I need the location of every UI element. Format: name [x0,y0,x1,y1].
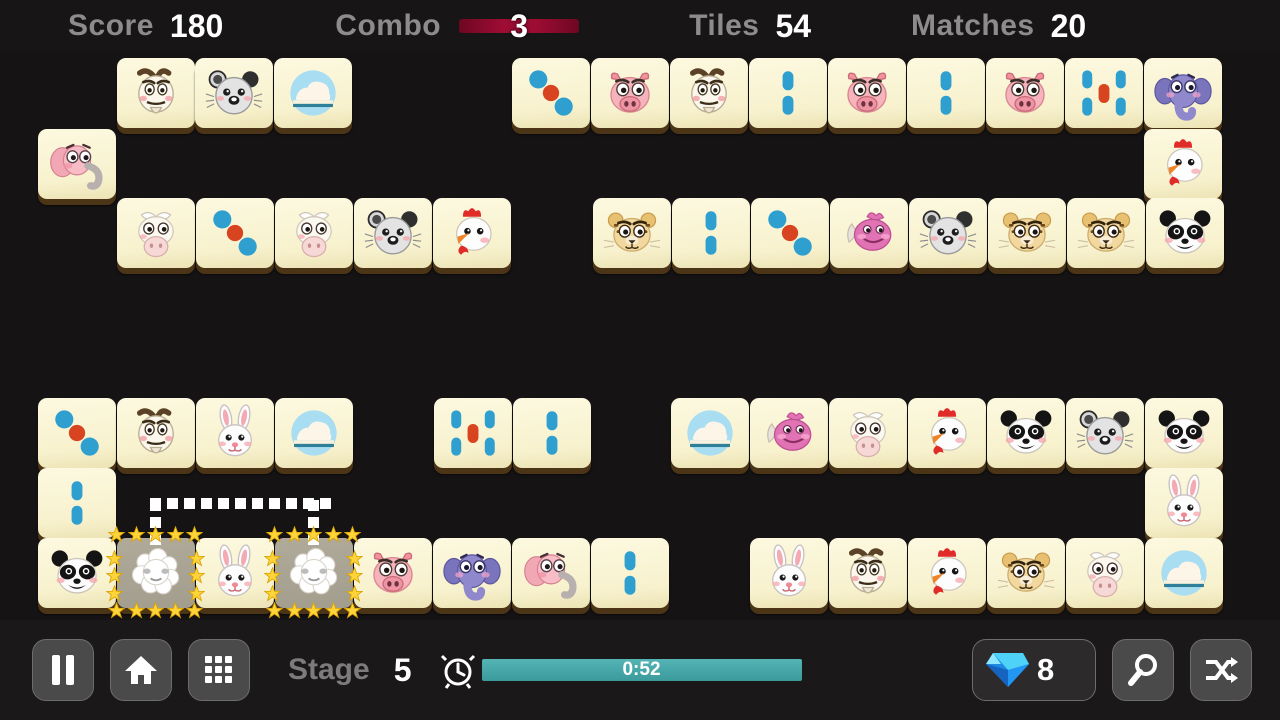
tile-elephant-purple[interactable] [1144,58,1222,128]
tile-chicken[interactable] [433,198,511,268]
tile-tiger[interactable] [987,538,1065,608]
pause-button[interactable] [32,639,94,701]
tile-chicken[interactable] [1144,129,1222,199]
tile-mouse[interactable] [1066,398,1144,468]
tile-elephant-purple[interactable] [433,538,511,608]
tile-rabbit[interactable] [750,538,828,608]
tile-chicken[interactable] [908,538,986,608]
bottom-toolbar: Stage 5 0:52 8 [0,620,1280,720]
tile-sheep[interactable] [117,538,195,608]
tile-cow[interactable] [1066,538,1144,608]
tile-pig[interactable] [591,58,669,128]
magnifier-icon [1128,654,1157,686]
pause-icon [52,655,74,685]
tile-tiger[interactable] [988,198,1066,268]
grid-button[interactable] [188,639,250,701]
tile-panda[interactable] [987,398,1065,468]
tile-goat[interactable] [670,58,748,128]
alarm-clock-icon [440,654,475,689]
tile-bamboo-two[interactable] [907,58,985,128]
tile-cloud[interactable] [275,398,353,468]
tile-board[interactable] [0,0,1280,620]
tile-rhino[interactable] [830,198,908,268]
hint-button[interactable] [1112,639,1174,701]
match-path-segment [150,498,334,509]
tile-pig[interactable] [986,58,1064,128]
tile-panda[interactable] [1146,198,1224,268]
tile-bamboo-five[interactable] [1065,58,1143,128]
tile-sheep[interactable] [275,538,353,608]
tile-goat[interactable] [117,398,195,468]
tile-dots-three[interactable] [751,198,829,268]
tile-dots-three[interactable] [512,58,590,128]
tile-panda[interactable] [1145,398,1223,468]
gem-counter[interactable]: 8 [972,639,1096,701]
tile-bamboo-two[interactable] [672,198,750,268]
tile-bamboo-two[interactable] [38,468,116,538]
tile-mouse[interactable] [909,198,987,268]
tile-rabbit[interactable] [196,538,274,608]
tile-cow[interactable] [829,398,907,468]
tile-dots-three[interactable] [38,398,116,468]
tile-cow[interactable] [117,198,195,268]
home-icon [125,656,157,684]
tile-mouse[interactable] [354,198,432,268]
tile-rabbit[interactable] [1145,468,1223,538]
tile-pig[interactable] [354,538,432,608]
home-button[interactable] [110,639,172,701]
tile-rabbit[interactable] [196,398,274,468]
timer-bar: 0:52 [481,659,802,681]
shuffle-icon [1206,657,1238,683]
tile-cow[interactable] [275,198,353,268]
shuffle-button[interactable] [1190,639,1252,701]
tile-chicken[interactable] [908,398,986,468]
tile-bamboo-five[interactable] [434,398,512,468]
diamond-icon [986,653,1029,687]
tile-panda[interactable] [38,538,116,608]
tile-elephant-pink[interactable] [38,129,116,199]
tile-bamboo-two[interactable] [749,58,827,128]
tile-cloud[interactable] [671,398,749,468]
tile-bamboo-two[interactable] [513,398,591,468]
tile-goat[interactable] [829,538,907,608]
stage-value: 5 [393,651,412,688]
timer-text: 0:52 [622,659,661,680]
tile-bamboo-two[interactable] [591,538,669,608]
stage-label: Stage [288,653,370,686]
tile-tiger[interactable] [593,198,671,268]
tile-pig[interactable] [828,58,906,128]
gem-count-value: 8 [1037,652,1055,687]
tile-cloud[interactable] [274,58,352,128]
tile-rhino[interactable] [750,398,828,468]
tile-elephant-pink[interactable] [512,538,590,608]
tile-dots-three[interactable] [196,198,274,268]
tile-cloud[interactable] [1145,538,1223,608]
tile-mouse[interactable] [195,58,273,128]
grid-icon [205,656,232,683]
tile-goat[interactable] [117,58,195,128]
tile-tiger[interactable] [1067,198,1145,268]
